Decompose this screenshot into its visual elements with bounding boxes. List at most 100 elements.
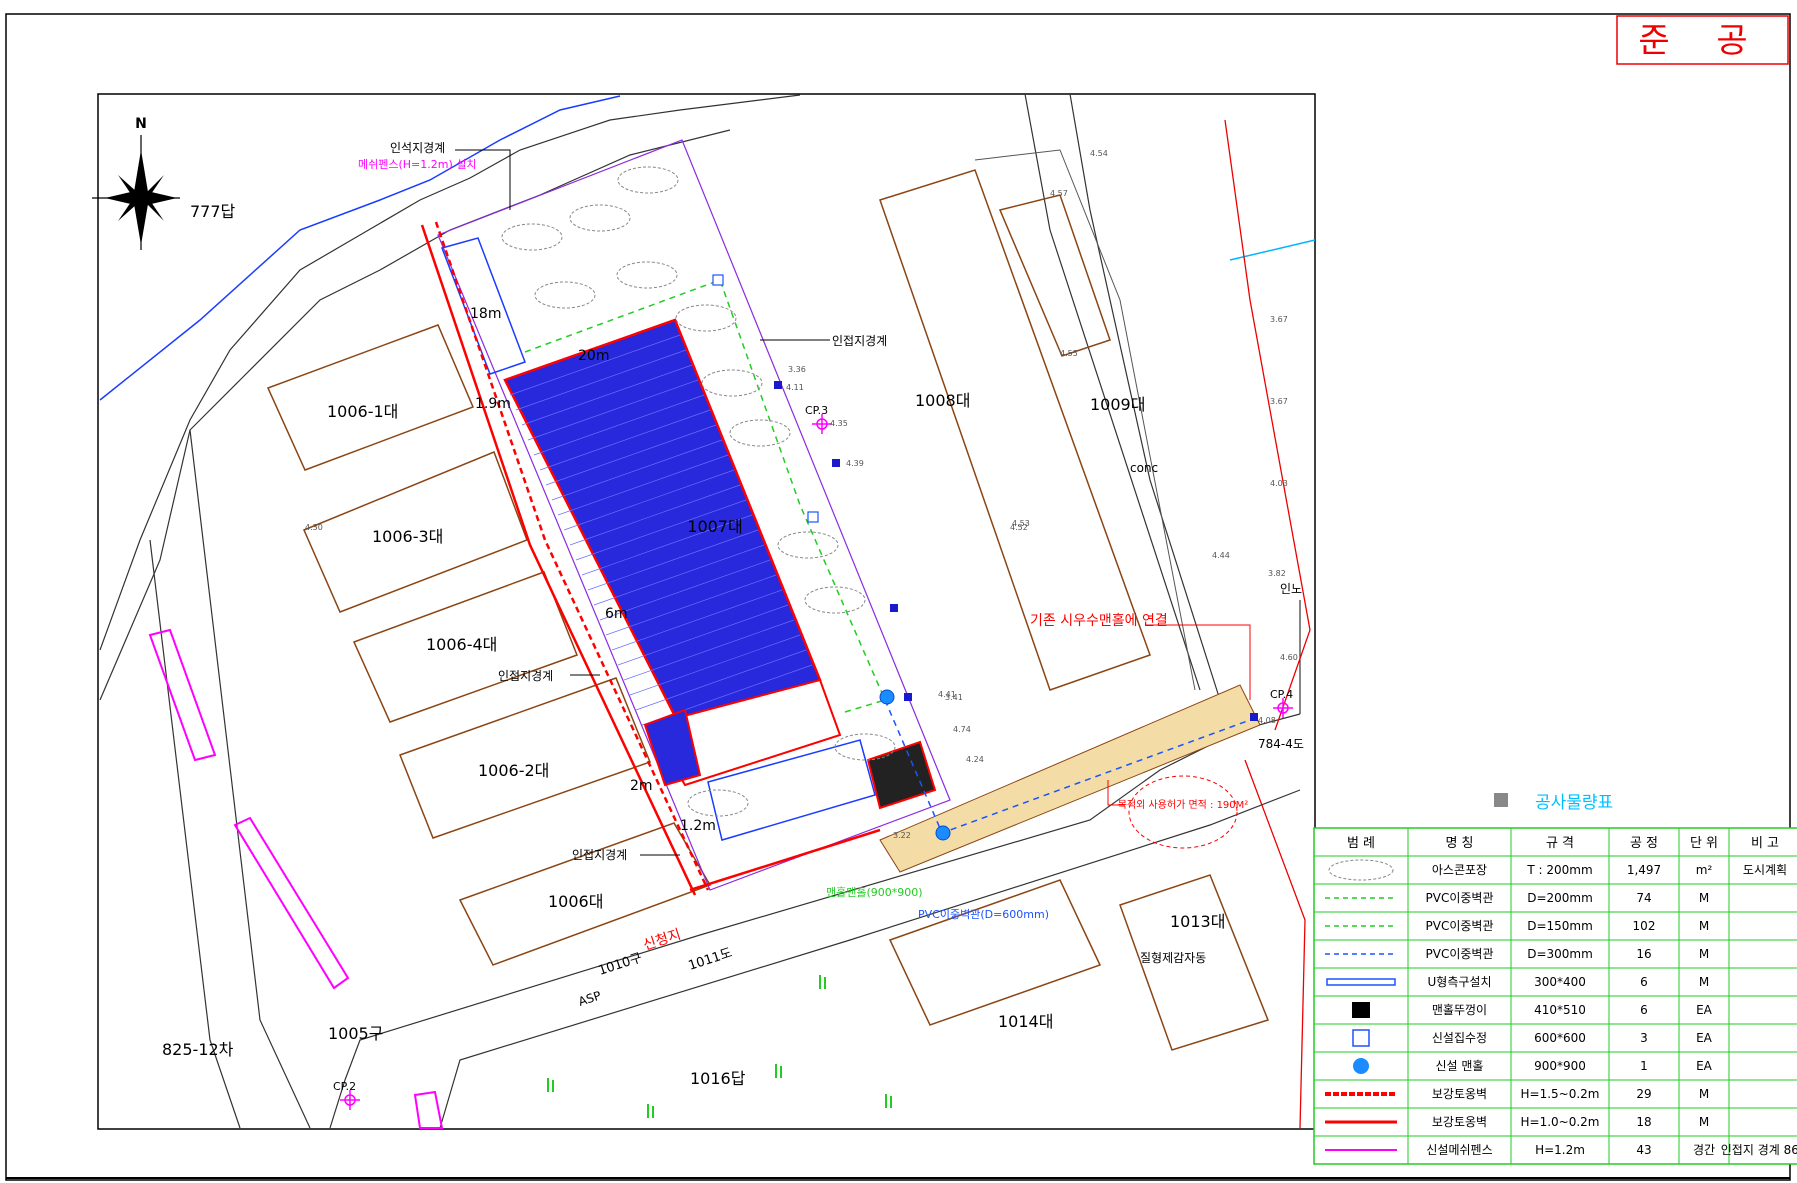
lot-1006-2-label: 1006-2대 (478, 761, 549, 780)
legend-cell-qty: 6 (1640, 1003, 1648, 1017)
boundary-bottom-label: 인접지경계 (572, 848, 627, 862)
legend-cell-qty: 18 (1636, 1115, 1651, 1129)
fence-note: 메쉬펜스(H=1.2m) 설치 (358, 158, 477, 171)
completion-stamp: 준 공 (1616, 15, 1789, 65)
legend-cell-qty: 29 (1636, 1087, 1651, 1101)
svg-text:4.57: 4.57 (1050, 189, 1068, 198)
legend-cell-unit: m² (1696, 863, 1713, 877)
svg-text:4.39: 4.39 (846, 459, 864, 468)
legend-cell-qty: 1,497 (1627, 863, 1661, 877)
quantity-legend: 공사물량표 범 례 명 칭 규 격 공 정 단 위 비 고아스콘포장 T : 200mm 1,… (1313, 793, 1797, 1165)
svg-text:4.53: 4.53 (1012, 519, 1030, 528)
lot-777-label: 777답 (190, 202, 236, 221)
legend-cell-qty: 3 (1640, 1031, 1648, 1045)
lot-1009-label: 1009대 (1090, 395, 1145, 414)
legend-cell-qty: 6 (1640, 975, 1648, 989)
legend-cell-qty: 1 (1640, 1059, 1648, 1073)
cp2-label: CP.2 (333, 1080, 356, 1093)
catch-basin-icon (1352, 1029, 1370, 1047)
manhole-icon (879, 689, 895, 705)
legend-cell-unit: M (1699, 919, 1709, 933)
legend-cell-unit: 경간 (1693, 1143, 1715, 1157)
legend-cell-unit: EA (1696, 1031, 1713, 1045)
dim-19m: 1.9m (475, 396, 511, 412)
boundary-top-label: 인석지경계 (390, 141, 445, 155)
svg-text:4.08: 4.08 (1258, 716, 1276, 725)
legend-cell-spec: D=150mm (1527, 919, 1593, 933)
legend-header-5: 비 고 (1751, 836, 1779, 851)
legend-cell-qty: 102 (1633, 919, 1656, 933)
conc-label: conc (1130, 461, 1158, 475)
boundary-left-label: 인접지경계 (498, 669, 553, 683)
legend-title: 공사물량표 (1535, 793, 1613, 813)
lot-1005-label: 1005구 (328, 1024, 383, 1043)
legend-cell-note: 도시계획 (1743, 863, 1787, 877)
svg-text:4.54: 4.54 (1090, 149, 1108, 158)
svg-text:4.30: 4.30 (305, 523, 323, 532)
legend-cell-spec: 410*510 (1534, 1003, 1586, 1017)
legend-cell-name: 신설집수정 (1432, 1031, 1487, 1045)
factory-label: 질형제감자동 (1140, 951, 1206, 965)
legend-title-icon (1494, 793, 1508, 807)
legend-cell-spec: H=1.5~0.2m (1521, 1087, 1600, 1101)
svg-text:4.24: 4.24 (966, 755, 984, 764)
svg-text:4.41: 4.41 (938, 690, 956, 699)
pipe-note: PVC이중벽관(D=600mm) (918, 908, 1049, 921)
legend-header-1: 명 칭 (1445, 836, 1473, 851)
inno-label: 인노 (1280, 582, 1302, 596)
lot-1007-label: 1007대 (687, 517, 742, 536)
dim-6m: 6m (605, 606, 628, 622)
manhole-note: 맨홀맨홀(900*900) (826, 886, 923, 899)
cp4-label: CP.4 (1270, 688, 1293, 701)
svg-text:3.67: 3.67 (1270, 397, 1288, 406)
legend-cell-qty: 16 (1636, 947, 1651, 961)
legend-cell-spec: T : 200mm (1526, 863, 1592, 877)
legend-cell-name: U형측구설치 (1428, 975, 1492, 989)
dim-20m: 20m (578, 348, 609, 364)
legend-header-2: 규 격 (1546, 836, 1574, 851)
svg-text:4.60: 4.60 (1280, 653, 1298, 662)
legend-cell-name: 아스콘포장 (1432, 863, 1487, 877)
legend-cell-name: 보강토옹벽 (1432, 1087, 1487, 1101)
legend-cell-name: PVC이중벽관 (1426, 919, 1494, 933)
legend-cell-spec: D=300mm (1527, 947, 1593, 961)
svg-text:3.67: 3.67 (1270, 315, 1288, 324)
cp3-label: CP.3 (805, 404, 828, 417)
legend-header-3: 공 정 (1630, 836, 1658, 851)
legend-cell-unit: EA (1696, 1059, 1713, 1073)
north-label: N (135, 116, 147, 132)
lot-825-label: 825-12차 (162, 1040, 234, 1059)
svg-text:3.22: 3.22 (893, 831, 911, 840)
lot-1008-label: 1008대 (915, 391, 970, 410)
legend-cell-spec: H=1.0~0.2m (1521, 1115, 1600, 1129)
legend-cell-name: PVC이중벽관 (1426, 947, 1494, 961)
legend-cell-name: PVC이중벽관 (1426, 891, 1494, 905)
svg-text:4.55: 4.55 (1060, 349, 1078, 358)
drawing-sheet: 준 공 N 1007대 777답 1006-1대 1006-3대 1006-4대… (5, 13, 1797, 1181)
legend-cell-name: 보강토옹벽 (1432, 1115, 1487, 1129)
legend-cell-unit: M (1699, 891, 1709, 905)
boundary-mid-label: 인접지경계 (832, 334, 887, 348)
lot-1006-3-label: 1006-3대 (372, 527, 443, 546)
black-square-icon (1352, 1002, 1370, 1018)
permit-note: 목적외 사용허가 면적 : 190M² (1118, 799, 1249, 811)
legend-header-4: 단 위 (1690, 836, 1718, 851)
legend-cell-spec: 600*600 (1534, 1031, 1586, 1045)
svg-text:4.03: 4.03 (1270, 479, 1288, 488)
connect-note: 기존 시우수맨홀에 연결 (1030, 613, 1168, 629)
legend-cell-spec: 900*900 (1534, 1059, 1586, 1073)
legend-cell-name: 맨홀뚜껑이 (1432, 1003, 1487, 1017)
dim-2m: 2m (630, 778, 653, 794)
legend-header-0: 범 례 (1347, 836, 1375, 851)
lot-784-label: 784-4도 (1258, 737, 1304, 751)
lot-1006-4-label: 1006-4대 (426, 635, 497, 654)
svg-text:4.44: 4.44 (1212, 551, 1230, 560)
stamp-text: 준 공 (1638, 21, 1765, 61)
legend-cell-unit: M (1699, 975, 1709, 989)
legend-cell-name: 신설 맨홀 (1436, 1059, 1484, 1073)
legend-cell-unit: M (1699, 947, 1709, 961)
legend-table: 범 례 명 칭 규 격 공 정 단 위 비 고아스콘포장 T : 200mm 1,497 m² 도… (1313, 827, 1797, 1165)
lot-1016-label: 1016답 (690, 1069, 746, 1088)
lot-1013-label: 1013대 (1170, 912, 1225, 931)
svg-text:4.74: 4.74 (953, 725, 971, 734)
